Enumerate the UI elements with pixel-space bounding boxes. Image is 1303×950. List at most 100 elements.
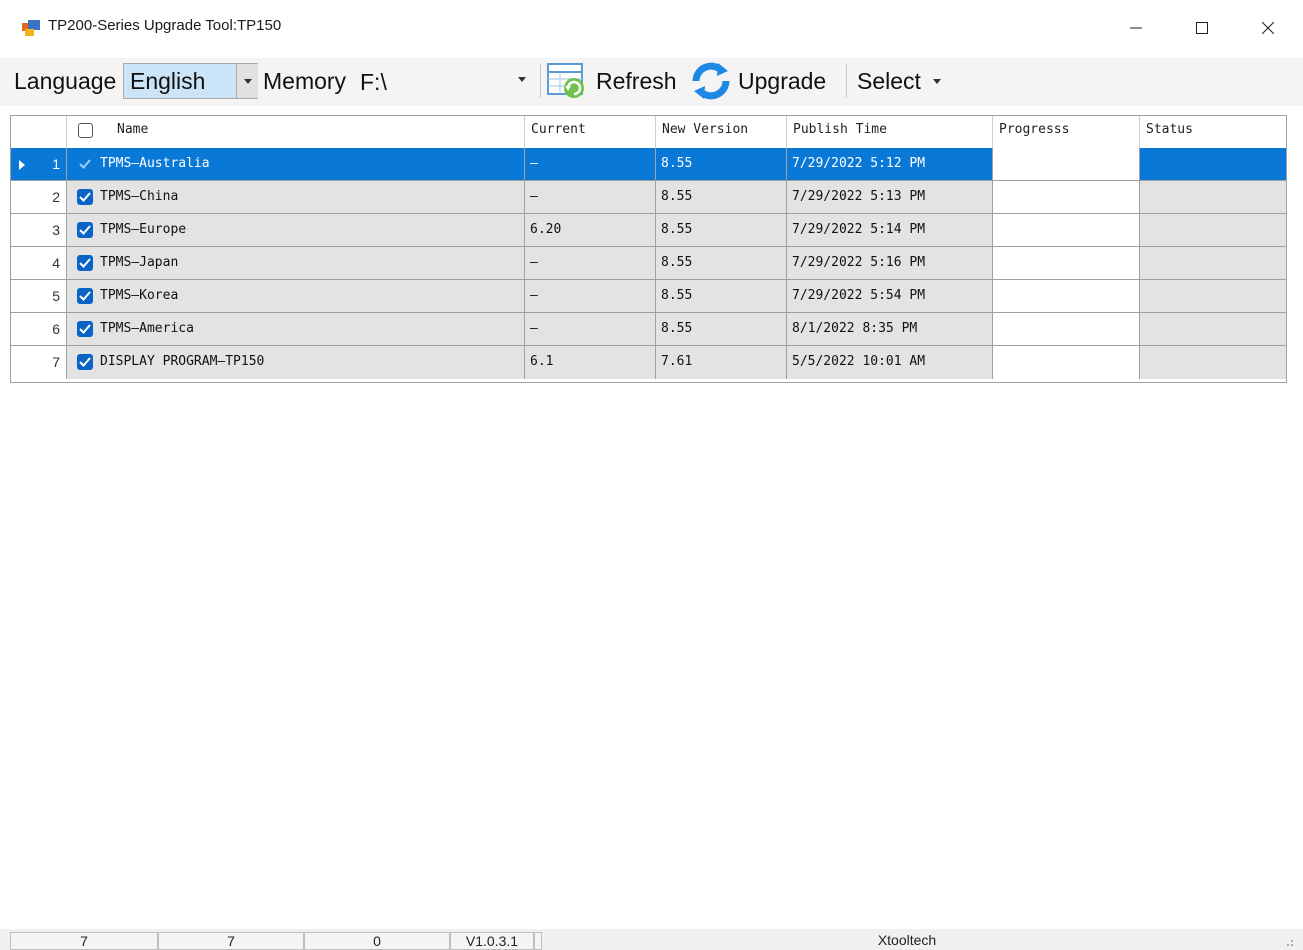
publish-time-cell[interactable]: 7/29/2022 5:14 PM — [787, 214, 993, 247]
status-bar: 7 7 0 V1.0.3.1 Xtooltech — [0, 929, 1303, 950]
name-cell[interactable]: TPMS—Australia — [67, 148, 525, 181]
table-row[interactable]: 3 TPMS—Europe 6.20 8.55 7/29/2022 5:14 P… — [11, 214, 1286, 247]
new-version-cell[interactable]: 8.55 — [656, 181, 787, 214]
row-index[interactable]: 4 — [11, 247, 67, 280]
publish-time-cell[interactable]: 7/29/2022 5:16 PM — [787, 247, 993, 280]
column-header-label: Name — [117, 122, 149, 137]
row-checkbox[interactable] — [77, 222, 93, 238]
table-row[interactable]: 5 TPMS—Korea — 8.55 7/29/2022 5:54 PM — [11, 280, 1286, 313]
title-bar: TP200-Series Upgrade Tool:TP150 — [0, 0, 1303, 58]
new-version-cell[interactable]: 8.55 — [656, 214, 787, 247]
current-version-cell[interactable]: 6.20 — [525, 214, 656, 247]
table-row[interactable]: 4 TPMS—Japan — 8.55 7/29/2022 5:16 PM — [11, 247, 1286, 280]
progress-cell[interactable] — [993, 247, 1140, 280]
status-cell[interactable] — [1140, 247, 1286, 280]
app-icon — [22, 20, 40, 36]
name-cell[interactable]: TPMS—China — [67, 181, 525, 214]
row-index[interactable]: 6 — [11, 313, 67, 346]
table-row[interactable]: 1 TPMS—Australia — 8.55 7/29/2022 5:12 P… — [11, 148, 1286, 181]
name-cell[interactable]: DISPLAY PROGRAM—TP150 — [67, 346, 525, 379]
status-cell[interactable] — [1140, 280, 1286, 313]
language-label: Language — [14, 68, 117, 94]
row-index[interactable]: 7 — [11, 346, 67, 379]
toolbar-divider — [846, 64, 847, 98]
progress-cell[interactable] — [993, 280, 1140, 313]
row-checkbox[interactable] — [77, 354, 93, 370]
status-message — [534, 932, 542, 950]
chevron-down-icon — [518, 77, 526, 82]
check-icon — [79, 225, 91, 235]
current-version-cell[interactable]: 6.1 — [525, 346, 656, 379]
language-select[interactable]: English — [123, 63, 258, 99]
select-label: Select — [857, 67, 921, 94]
table-row[interactable]: 6 TPMS—America — 8.55 8/1/2022 8:35 PM — [11, 313, 1286, 346]
table-header: Name Current New Version Publish Time Pr… — [11, 116, 1286, 149]
name-cell[interactable]: TPMS—America — [67, 313, 525, 346]
new-version-cell[interactable]: 8.55 — [656, 313, 787, 346]
publish-time-cell[interactable]: 5/5/2022 10:01 AM — [787, 346, 993, 379]
publish-time-cell[interactable]: 7/29/2022 5:13 PM — [787, 181, 993, 214]
row-checkbox[interactable] — [77, 189, 93, 205]
new-version-cell[interactable]: 8.55 — [656, 247, 787, 280]
check-icon — [79, 159, 91, 169]
column-header-current[interactable]: Current — [525, 116, 656, 148]
publish-time-cell[interactable]: 8/1/2022 8:35 PM — [787, 313, 993, 346]
progress-cell[interactable] — [993, 181, 1140, 214]
minimize-button[interactable] — [1113, 10, 1159, 46]
current-version-cell[interactable]: — — [525, 313, 656, 346]
status-cell[interactable] — [1140, 148, 1286, 181]
name-cell[interactable]: TPMS—Japan — [67, 247, 525, 280]
table-row[interactable]: 7 DISPLAY PROGRAM—TP150 6.1 7.61 5/5/202… — [11, 346, 1286, 379]
close-button[interactable] — [1245, 10, 1291, 46]
row-index[interactable]: 5 — [11, 280, 67, 313]
current-version-cell[interactable]: — — [525, 148, 656, 181]
row-index[interactable]: 2 — [11, 181, 67, 214]
status-cell[interactable] — [1140, 313, 1286, 346]
resize-grip-icon[interactable] — [1282, 935, 1294, 947]
check-icon — [79, 258, 91, 268]
check-icon — [79, 324, 91, 334]
upgrade-label: Upgrade — [738, 67, 827, 94]
name-cell[interactable]: TPMS—Europe — [67, 214, 525, 247]
new-version-cell[interactable]: 7.61 — [656, 346, 787, 379]
progress-cell[interactable] — [993, 148, 1140, 181]
column-header-new-version[interactable]: New Version — [656, 116, 787, 148]
progress-cell[interactable] — [993, 346, 1140, 379]
progress-cell[interactable] — [993, 214, 1140, 247]
current-row-icon — [19, 160, 25, 170]
publish-time-cell[interactable]: 7/29/2022 5:54 PM — [787, 280, 993, 313]
status-cell[interactable] — [1140, 214, 1286, 247]
current-version-cell[interactable]: — — [525, 247, 656, 280]
row-checkbox[interactable] — [77, 156, 93, 172]
column-header-name[interactable]: Name — [67, 116, 525, 148]
column-header-progress[interactable]: Progresss — [993, 116, 1140, 148]
select-all-checkbox[interactable] — [78, 123, 93, 138]
language-dropdown-button[interactable] — [236, 64, 258, 98]
check-icon — [79, 291, 91, 301]
current-version-cell[interactable]: — — [525, 280, 656, 313]
status-cell[interactable] — [1140, 181, 1286, 214]
name-cell[interactable]: TPMS—Korea — [67, 280, 525, 313]
refresh-button[interactable]: Refresh — [546, 60, 677, 102]
row-index[interactable]: 3 — [11, 214, 67, 247]
select-menu-button[interactable]: Select — [857, 60, 941, 102]
row-checkbox[interactable] — [77, 321, 93, 337]
row-checkbox[interactable] — [77, 255, 93, 271]
table-row[interactable]: 2 TPMS—China — 8.55 7/29/2022 5:13 PM — [11, 181, 1286, 214]
language-value: English — [124, 64, 236, 98]
upgrade-button[interactable]: Upgrade — [690, 60, 826, 102]
new-version-cell[interactable]: 8.55 — [656, 280, 787, 313]
progress-cell[interactable] — [993, 313, 1140, 346]
current-version-cell[interactable]: — — [525, 181, 656, 214]
memory-select[interactable]: F:\ — [352, 63, 538, 99]
maximize-button[interactable] — [1179, 10, 1225, 46]
memory-label: Memory — [263, 68, 347, 94]
column-header-publish-time[interactable]: Publish Time — [787, 116, 993, 148]
firmware-table: Name Current New Version Publish Time Pr… — [10, 115, 1287, 383]
status-company: Xtooltech — [877, 932, 937, 948]
status-cell[interactable] — [1140, 346, 1286, 379]
row-checkbox[interactable] — [77, 288, 93, 304]
publish-time-cell[interactable]: 7/29/2022 5:12 PM — [787, 148, 993, 181]
new-version-cell[interactable]: 8.55 — [656, 148, 787, 181]
column-header-status[interactable]: Status — [1140, 116, 1286, 148]
